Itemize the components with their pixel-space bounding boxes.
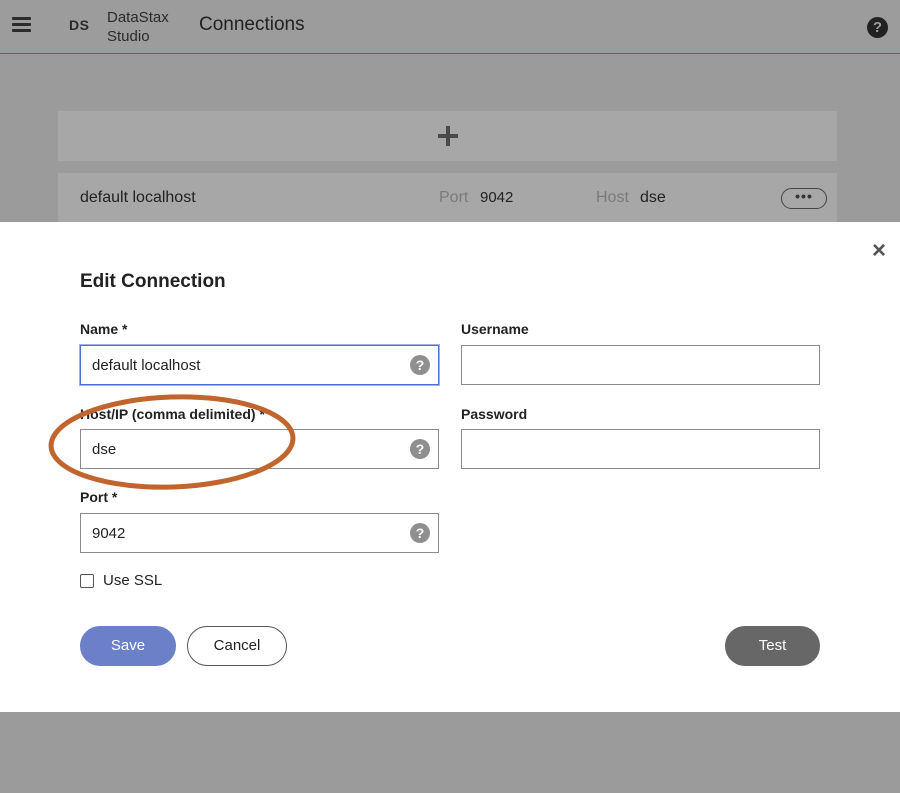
logo-mark: DS [69, 17, 90, 33]
password-input[interactable] [462, 430, 819, 468]
overlay-bottom [0, 712, 900, 793]
host-help-icon[interactable]: ? [410, 439, 430, 459]
save-button[interactable]: Save [80, 626, 176, 666]
username-input[interactable] [462, 346, 819, 384]
port-label: Port [439, 189, 469, 206]
help-icon[interactable]: ? [867, 17, 888, 38]
more-options-button[interactable]: ••• [781, 188, 827, 209]
plus-icon [438, 126, 458, 146]
logo-text-line2: Studio [107, 28, 150, 45]
use-ssl-label: Use SSL [103, 572, 163, 589]
modal-title: Edit Connection [80, 271, 226, 292]
host-field-wrapper: ? [80, 429, 439, 469]
add-connection-button[interactable] [58, 111, 837, 161]
host-value: dse [640, 189, 666, 206]
port-label: Port * [80, 489, 118, 505]
hamburger-menu-icon[interactable] [12, 17, 31, 33]
username-field-wrapper [461, 345, 820, 385]
logo-text: DataStax Studio [107, 8, 169, 46]
top-bar: DS DataStax Studio Connections ? [0, 0, 900, 54]
connection-row[interactable]: default localhost Port 9042 Host dse ••• [58, 173, 837, 222]
password-label: Password [461, 406, 528, 422]
host-label: Host/IP (comma delimited) * [80, 406, 265, 422]
name-field-wrapper: ? [80, 345, 439, 385]
edit-connection-modal: × Edit Connection Name * ? Username Host… [0, 222, 900, 712]
cancel-button[interactable]: Cancel [187, 626, 287, 666]
logo-text-line1: DataStax [107, 9, 169, 26]
name-help-icon[interactable]: ? [410, 355, 430, 375]
test-button[interactable]: Test [725, 626, 820, 666]
name-label: Name * [80, 321, 128, 337]
name-input[interactable] [81, 346, 438, 384]
username-label: Username [461, 321, 529, 337]
use-ssl-checkbox[interactable] [80, 574, 94, 588]
port-value: 9042 [480, 189, 514, 206]
close-icon[interactable]: × [868, 239, 890, 263]
host-input[interactable] [81, 430, 438, 468]
page-title: Connections [199, 14, 305, 35]
connection-name: default localhost [80, 189, 196, 206]
password-field-wrapper [461, 429, 820, 469]
host-label: Host [596, 189, 629, 206]
port-field-wrapper: ? [80, 513, 439, 553]
port-help-icon[interactable]: ? [410, 523, 430, 543]
port-input[interactable] [81, 514, 438, 552]
